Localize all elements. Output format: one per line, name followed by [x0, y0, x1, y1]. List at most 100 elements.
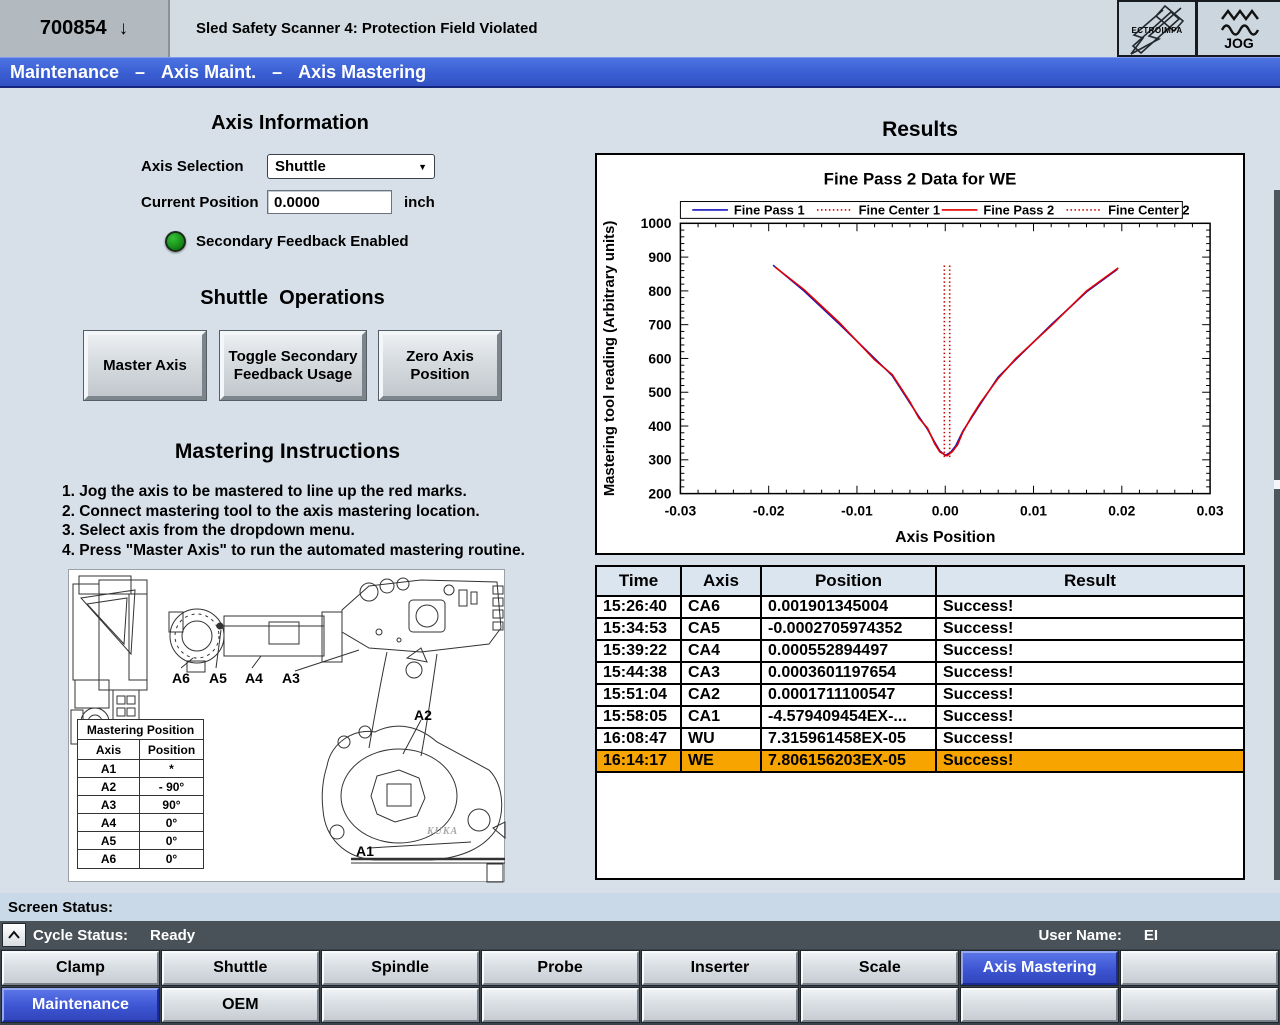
- mastering-position-table-header: Axis Position: [78, 740, 203, 760]
- mastering-position-row: A390°: [78, 796, 203, 814]
- results-chart-svg: -0.03-0.02-0.010.000.010.020.03200300400…: [597, 155, 1243, 553]
- softkey-spindle[interactable]: Spindle: [322, 951, 479, 985]
- table-row[interactable]: 15:58:05CA1-4.579409454EX-...Success!: [597, 707, 1243, 729]
- cycle-status-label: Cycle Status:: [33, 927, 128, 944]
- instructions-list: 1. Jog the axis to be mastered to line u…: [62, 482, 542, 560]
- operations-title: Shuttle Operations: [150, 287, 435, 310]
- table-row[interactable]: 15:34:53CA5-0.0002705974352Success!: [597, 619, 1243, 641]
- current-position-input[interactable]: 0.0000: [267, 190, 392, 214]
- axis-selection-value: Shuttle: [275, 158, 326, 175]
- table-row[interactable]: 16:08:47WU7.315961458EX-05Success!: [597, 729, 1243, 751]
- zero-axis-position-button[interactable]: Zero Axis Position: [379, 331, 501, 400]
- softkey-empty: [482, 988, 639, 1022]
- current-position-label: Current Position: [141, 194, 259, 211]
- svg-text:-0.03: -0.03: [665, 502, 697, 518]
- softkey-axis-mastering[interactable]: Axis Mastering: [961, 951, 1118, 985]
- breadcrumb-item: Axis Maint.: [161, 62, 256, 83]
- svg-text:Fine Pass 2: Fine Pass 2: [983, 202, 1054, 217]
- svg-text:200: 200: [648, 486, 671, 502]
- chevron-down-icon: ▼: [418, 162, 427, 172]
- svg-text:Fine Center 1: Fine Center 1: [859, 202, 940, 217]
- softkey-shuttle[interactable]: Shuttle: [162, 951, 319, 985]
- svg-text:Fine Pass 1: Fine Pass 1: [734, 202, 805, 217]
- toggle-secondary-feedback-button[interactable]: Toggle Secondary Feedback Usage: [220, 331, 366, 400]
- mastering-position-row: A40°: [78, 814, 203, 832]
- svg-text:Mastering tool reading (Arbitr: Mastering tool reading (Arbitrary units): [602, 221, 618, 497]
- jog-label: JOG: [1224, 36, 1254, 50]
- svg-text:500: 500: [648, 384, 671, 400]
- softkey-empty: [801, 988, 958, 1022]
- softkey-inserter[interactable]: Inserter: [642, 951, 799, 985]
- softkey-row-1: ClampShuttleSpindleProbeInserterScaleAxi…: [0, 951, 1280, 985]
- results-table-body: 15:26:40CA60.001901345004Success!15:34:5…: [597, 597, 1243, 773]
- master-axis-button[interactable]: Master Axis: [84, 331, 206, 400]
- table-row[interactable]: 15:51:04CA20.0001711100547Success!: [597, 685, 1243, 707]
- robot-axis-label-a6: A6: [172, 670, 190, 686]
- softkey-empty: [1121, 988, 1278, 1022]
- breadcrumb-separator: –: [135, 62, 145, 83]
- position-unit-label: inch: [404, 194, 435, 211]
- instruction-step: 2. Connect mastering tool to the axis ma…: [62, 502, 542, 522]
- robot-axis-label-a2: A2: [414, 707, 432, 723]
- table-row[interactable]: 16:14:17WE7.806156203EX-05Success!: [597, 751, 1243, 773]
- axis-selection-dropdown[interactable]: Shuttle ▼: [267, 154, 435, 179]
- instruction-step: 4. Press "Master Axis" to run the automa…: [62, 541, 542, 561]
- alarm-message: Sled Safety Scanner 4: Protection Field …: [170, 0, 1116, 57]
- collapse-button[interactable]: [2, 923, 26, 947]
- softkey-oem[interactable]: OEM: [162, 988, 319, 1022]
- table-row[interactable]: 15:26:40CA60.001901345004Success!: [597, 597, 1243, 619]
- svg-text:400: 400: [648, 418, 671, 434]
- mastering-position-table-body: A1*A2- 90°A390°A40°A50°A60°: [78, 760, 203, 868]
- alarm-number-tab[interactable]: 700854 ↓: [0, 0, 170, 57]
- secondary-feedback-led: [165, 231, 186, 252]
- screen-status-label: Screen Status:: [8, 899, 113, 916]
- electroimpact-logo: ECTROIMPA: [1117, 0, 1197, 57]
- svg-text:-0.02: -0.02: [753, 502, 785, 518]
- softkey-row-2: MaintenanceOEM: [0, 988, 1280, 1022]
- mastering-position-row: A1*: [78, 760, 203, 778]
- svg-text:700: 700: [648, 317, 671, 333]
- cycle-status-value: Ready: [150, 927, 195, 944]
- col-header-result: Result: [937, 567, 1243, 595]
- vertical-scrollbar[interactable]: [1274, 190, 1280, 880]
- col-header-time: Time: [597, 567, 682, 595]
- softkey-scale[interactable]: Scale: [801, 951, 958, 985]
- robot-axis-label-a3: A3: [282, 670, 300, 686]
- waveform-icon: [1215, 8, 1263, 36]
- axis-selection-label: Axis Selection: [141, 158, 244, 175]
- breadcrumb-separator: –: [272, 62, 282, 83]
- svg-text:0.03: 0.03: [1197, 502, 1224, 518]
- jog-button[interactable]: JOG: [1196, 0, 1280, 57]
- svg-text:0.02: 0.02: [1108, 502, 1135, 518]
- table-row[interactable]: 15:39:22CA40.000552894497Success!: [597, 641, 1243, 663]
- softkey-area: ClampShuttleSpindleProbeInserterScaleAxi…: [0, 949, 1280, 1025]
- results-title: Results: [845, 118, 995, 142]
- cycle-status-bar: Cycle Status: Ready User Name: EI: [0, 921, 1280, 949]
- table-row[interactable]: 15:44:38CA30.0003601197654Success!: [597, 663, 1243, 685]
- softkey-clamp[interactable]: Clamp: [2, 951, 159, 985]
- chevron-up-icon: [7, 930, 21, 940]
- svg-text:600: 600: [648, 350, 671, 366]
- screen-status-bar: Screen Status:: [0, 893, 1280, 921]
- svg-text:300: 300: [648, 452, 671, 468]
- mastering-position-table-title: Mastering Position: [78, 720, 203, 740]
- instruction-step: 1. Jog the axis to be mastered to line u…: [62, 482, 542, 502]
- svg-text:1000: 1000: [641, 215, 672, 231]
- col-header-axis: Axis: [682, 567, 762, 595]
- header-bar: 700854 ↓ Sled Safety Scanner 4: Protecti…: [0, 0, 1280, 57]
- robot-axis-label-a5: A5: [209, 670, 227, 686]
- robot-axis-label-a4: A4: [245, 670, 263, 686]
- softkey-probe[interactable]: Probe: [482, 951, 639, 985]
- svg-text:800: 800: [648, 283, 671, 299]
- instruction-step: 3. Select axis from the dropdown menu.: [62, 521, 542, 541]
- svg-text:-0.01: -0.01: [841, 502, 873, 518]
- results-table: Time Axis Position Result 15:26:40CA60.0…: [595, 565, 1245, 880]
- breadcrumb: Maintenance–Axis Maint.–Axis Mastering: [0, 57, 1280, 88]
- softkey-maintenance[interactable]: Maintenance: [2, 988, 159, 1022]
- logo-text: ECTROIMPA: [1120, 26, 1194, 35]
- breadcrumb-item: Axis Mastering: [298, 62, 426, 83]
- robot-axis-label-a1: A1: [356, 843, 374, 859]
- user-name-label: User Name:: [1038, 927, 1121, 944]
- user-name-value: EI: [1144, 927, 1158, 944]
- scrollbar-thumb[interactable]: [1274, 480, 1280, 489]
